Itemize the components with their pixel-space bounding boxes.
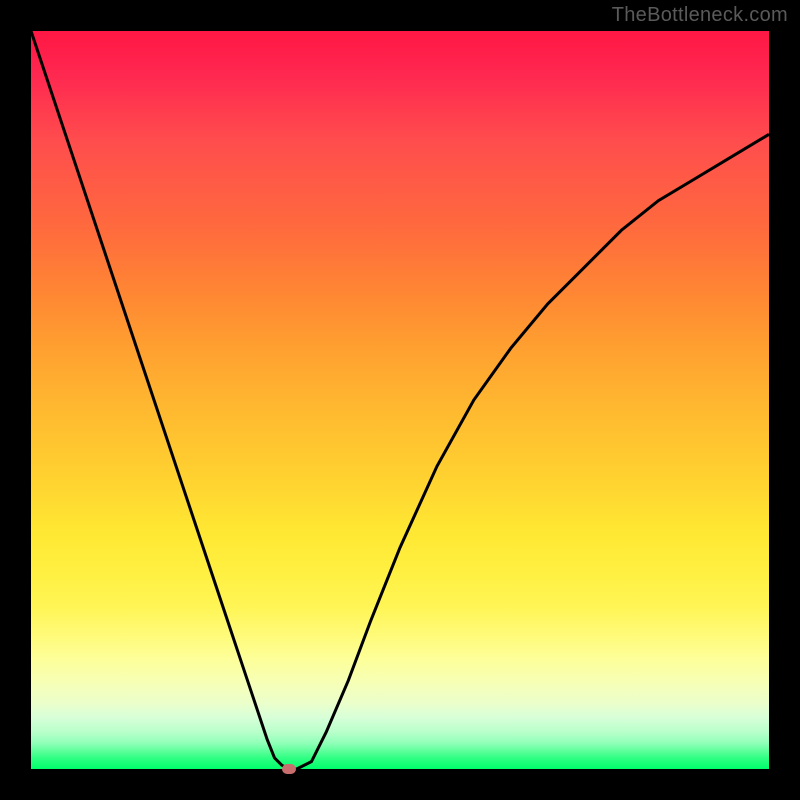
optimum-marker <box>282 764 296 774</box>
watermark-text: TheBottleneck.com <box>612 4 788 27</box>
plot-area <box>31 31 769 769</box>
chart-container: TheBottleneck.com <box>0 0 800 800</box>
